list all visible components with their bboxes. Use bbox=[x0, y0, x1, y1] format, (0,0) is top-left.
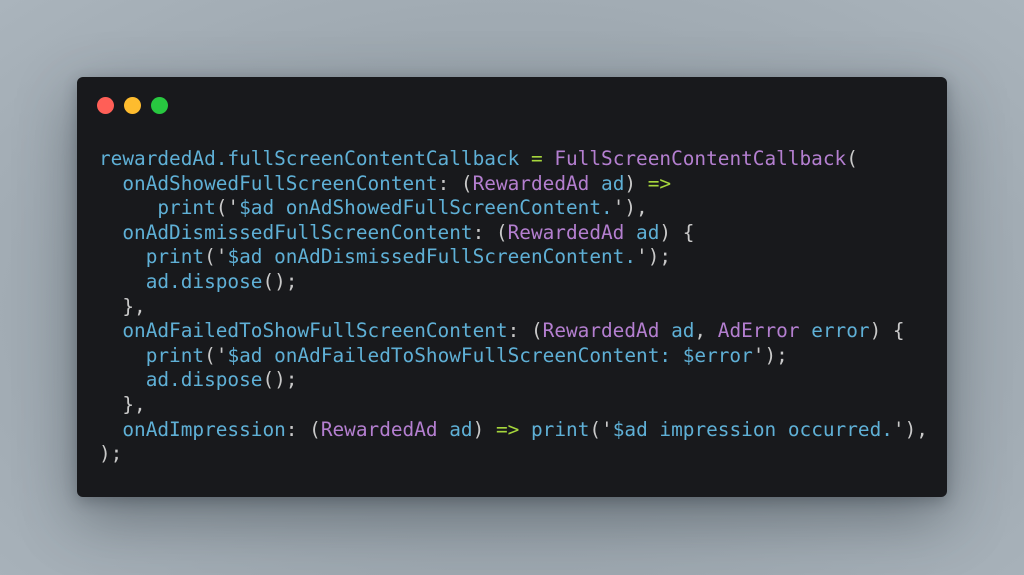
code-punctuation: (' bbox=[589, 417, 613, 441]
code-identifier: print bbox=[99, 343, 205, 367]
code-punctuation: '), bbox=[612, 196, 648, 220]
code-block: rewardedAd.fullScreenContentCallback = F… bbox=[99, 147, 928, 467]
code-type: RewardedAd bbox=[542, 319, 660, 343]
code-punctuation: : ( bbox=[507, 319, 543, 343]
maximize-button[interactable] bbox=[151, 97, 168, 114]
code-line: ); bbox=[99, 442, 928, 467]
code-punctuation: ( bbox=[846, 147, 858, 170]
code-line: }, bbox=[99, 295, 928, 320]
code-type: RewardedAd bbox=[472, 171, 590, 195]
code-line: onAdFailedToShowFullScreenContent: (Rewa… bbox=[99, 319, 928, 344]
code-punctuation: ) bbox=[472, 417, 496, 441]
code-identifier: ad bbox=[659, 319, 695, 343]
code-line: ad.dispose(); bbox=[99, 270, 928, 295]
code-line: onAdDismissedFullScreenContent: (Rewarde… bbox=[99, 221, 928, 246]
code-punctuation: (); bbox=[262, 269, 298, 293]
code-identifier: ad.dispose bbox=[99, 368, 263, 392]
code-type: RewardedAd bbox=[507, 220, 625, 244]
code-punctuation: (' bbox=[215, 196, 240, 220]
code-identifier bbox=[543, 147, 555, 170]
code-punctuation: : ( bbox=[472, 220, 508, 244]
code-identifier: print bbox=[99, 245, 205, 269]
code-line: onAdImpression: (RewardedAd ad) => print… bbox=[99, 418, 928, 443]
code-identifier: error bbox=[799, 319, 870, 343]
code-type: AdError bbox=[717, 319, 800, 343]
window-controls bbox=[97, 97, 168, 114]
code-punctuation: , bbox=[694, 319, 718, 343]
code-line: ad.dispose(); bbox=[99, 368, 928, 393]
code-line: rewardedAd.fullScreenContentCallback = F… bbox=[99, 147, 928, 172]
code-identifier: ad bbox=[624, 220, 660, 244]
code-identifier: ad bbox=[437, 417, 473, 441]
code-window: rewardedAd.fullScreenContentCallback = F… bbox=[77, 77, 947, 497]
code-punctuation: (' bbox=[204, 245, 228, 269]
code-type: FullScreenContentCallback bbox=[554, 147, 847, 170]
code-identifier: ad bbox=[589, 171, 625, 195]
close-button[interactable] bbox=[97, 97, 114, 114]
minimize-button[interactable] bbox=[124, 97, 141, 114]
code-punctuation: ) { bbox=[659, 220, 695, 244]
code-identifier: onAdShowedFullScreenContent bbox=[99, 171, 438, 195]
code-punctuation: }, bbox=[99, 392, 146, 416]
code-punctuation: }, bbox=[99, 294, 146, 318]
code-punctuation: '); bbox=[752, 343, 788, 367]
code-line: print('$ad onAdShowedFullScreenContent.'… bbox=[99, 196, 928, 221]
code-identifier: $ad onAdShowedFullScreenContent. bbox=[239, 196, 613, 220]
code-punctuation: '), bbox=[892, 417, 928, 441]
code-identifier: $ad onAdDismissedFullScreenContent. bbox=[227, 245, 637, 269]
code-operator: => bbox=[647, 171, 672, 195]
code-identifier: onAdImpression bbox=[99, 417, 286, 441]
code-identifier: rewardedAd.fullScreenContentCallback bbox=[99, 147, 531, 170]
code-operator: = bbox=[530, 147, 543, 170]
code-operator: => bbox=[495, 417, 520, 441]
code-punctuation: ) { bbox=[869, 319, 905, 343]
code-punctuation: '); bbox=[636, 245, 672, 269]
code-identifier: onAdDismissedFullScreenContent bbox=[99, 220, 473, 244]
code-punctuation: ) bbox=[624, 171, 648, 195]
code-line: print('$ad onAdDismissedFullScreenConten… bbox=[99, 245, 928, 270]
code-identifier: $ad impression occurred. bbox=[612, 417, 893, 441]
code-line: }, bbox=[99, 393, 928, 418]
code-identifier: print bbox=[519, 417, 590, 441]
code-punctuation: : ( bbox=[437, 171, 473, 195]
code-punctuation: (); bbox=[262, 368, 298, 392]
code-identifier: $ad onAdFailedToShowFullScreenContent: $… bbox=[227, 343, 753, 367]
code-identifier: onAdFailedToShowFullScreenContent bbox=[99, 319, 508, 343]
code-punctuation: (' bbox=[204, 343, 228, 367]
code-type: RewardedAd bbox=[320, 417, 438, 441]
code-identifier: print bbox=[99, 196, 216, 220]
code-line: onAdShowedFullScreenContent: (RewardedAd… bbox=[99, 172, 928, 197]
code-punctuation: : ( bbox=[285, 417, 321, 441]
code-line: print('$ad onAdFailedToShowFullScreenCon… bbox=[99, 344, 928, 369]
code-identifier: ad.dispose bbox=[99, 269, 263, 293]
code-punctuation: ); bbox=[99, 442, 123, 466]
